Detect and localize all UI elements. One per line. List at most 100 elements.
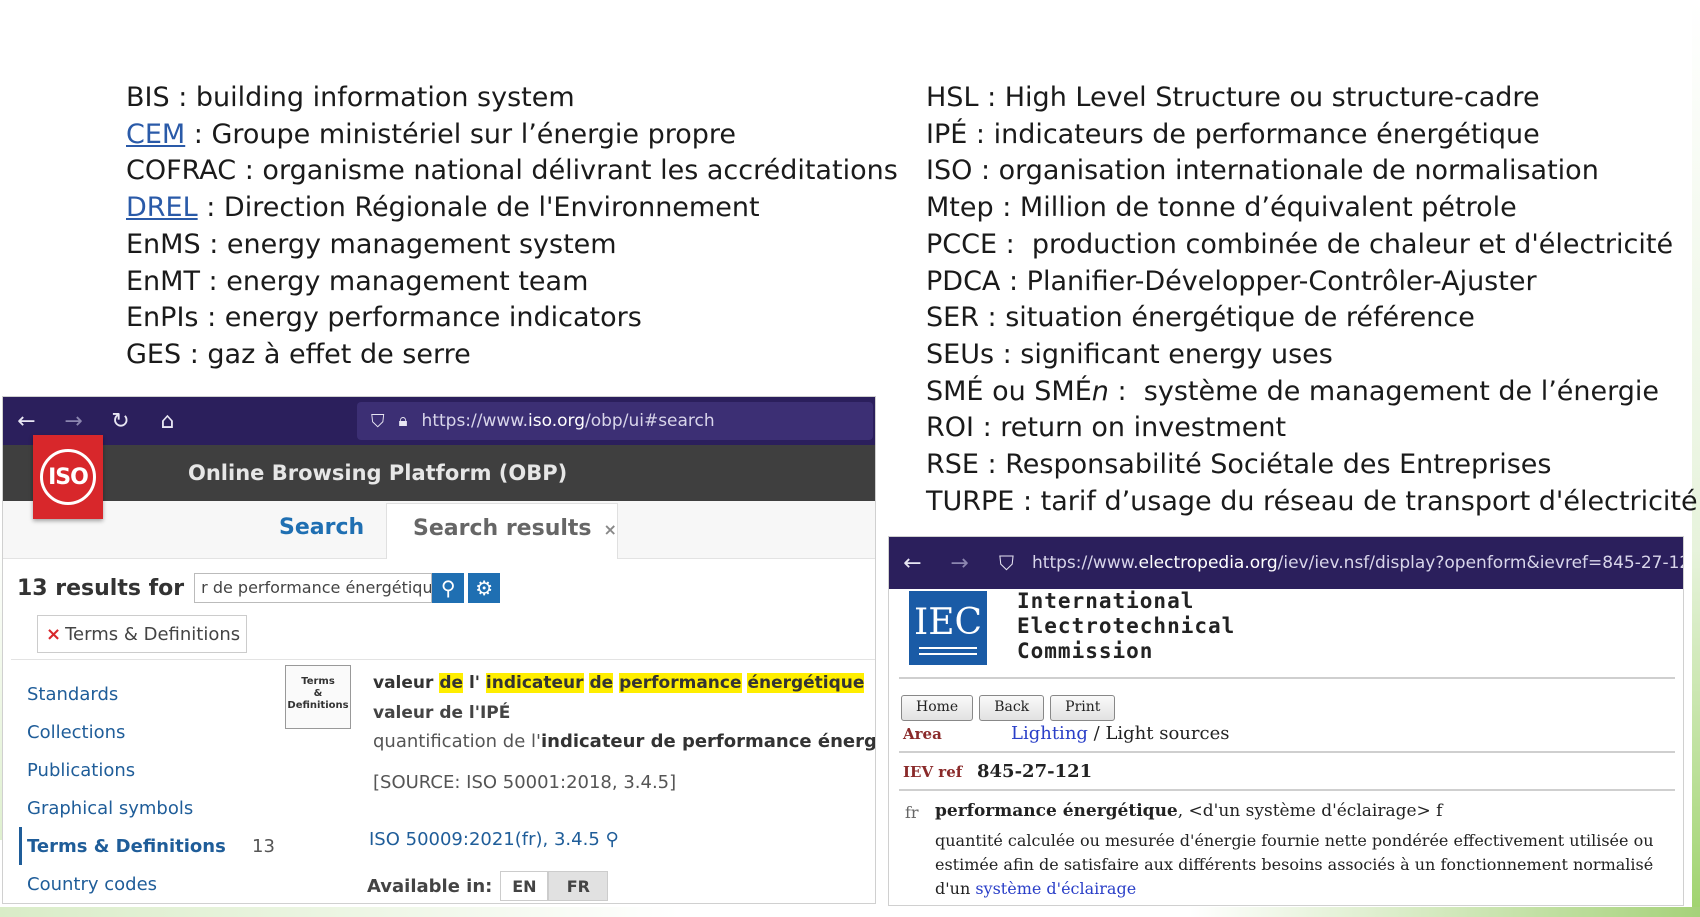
decorative-green-bottom [0, 907, 1700, 917]
print-button[interactable]: Print [1050, 695, 1116, 721]
terms-definitions-icon: Terms & Definitions [285, 665, 351, 729]
glossary-item: CEM : Groupe ministériel sur l’énergie p… [126, 117, 886, 154]
filter-chip[interactable]: × Terms & Definitions [37, 615, 247, 653]
glossary-abbr: Mtep [926, 192, 994, 224]
result-source: [SOURCE: ISO 50001:2018, 3.4.5] [373, 772, 677, 793]
remove-filter-icon[interactable]: × [46, 624, 61, 645]
sidebar-item-label: Country codes [27, 873, 158, 895]
sidebar-item-collections[interactable]: Collections [19, 713, 259, 751]
result-term[interactable]: valeur de l' indicateur de performance é… [373, 673, 875, 693]
tab-search-results[interactable]: Search results × [386, 503, 618, 559]
home-icon[interactable]: ⌂ [144, 409, 191, 434]
glossary-separator: : [199, 265, 227, 297]
term-text: valeur [373, 673, 440, 693]
glossary-definition: organisme national délivrant les accrédi… [262, 155, 898, 187]
search-button[interactable]: ⚲ [432, 573, 465, 603]
back-arrow-icon[interactable]: ← [889, 551, 936, 576]
sidebar-item-country-codes[interactable]: Country codes [19, 865, 259, 903]
lang-button-en[interactable]: EN [500, 871, 549, 901]
sidebar-item-graphical-symbols[interactable]: Graphical symbols [19, 789, 259, 827]
forward-arrow-icon[interactable]: → [50, 409, 97, 434]
glossary-abbr: SEUs [926, 338, 995, 370]
glossary-separator: : [185, 118, 212, 150]
glossary-item: COFRAC : organisme national délivrant le… [126, 153, 898, 190]
glossary-definition: production combinée de chaleur et d'élec… [1031, 228, 1674, 260]
glossary-separator: : [198, 302, 225, 334]
decorative-green-right [1692, 0, 1700, 917]
divider [899, 751, 1675, 753]
iev-ref-label: IEV ref [903, 763, 963, 781]
sidebar-item-count: 13 [252, 835, 275, 857]
sidebar-item-terms-definitions[interactable]: Terms & Definitions 13 [19, 827, 275, 865]
glossary-item: SER : situation énergétique de référence [926, 300, 1686, 337]
term-text: l' [463, 673, 486, 693]
divider [11, 659, 875, 660]
glossary-abbr-link[interactable]: DREL [126, 192, 198, 223]
glossary-separator: : [200, 228, 227, 260]
glossary-item: SMÉ ou SMÉn : système de management de l… [926, 374, 1686, 411]
highlighted-word: indicateur [485, 673, 584, 693]
glossary-item: GES : gaz à effet de serre [126, 337, 886, 374]
highlighted-word: de [439, 673, 464, 693]
glossary-definition: energy management team [226, 265, 589, 297]
glossary-definition: Million de tonne d’équivalent pétrole [1019, 192, 1517, 224]
glossary-separator: : [993, 192, 1020, 224]
glossary-definition: organisation internationale de normalisa… [998, 155, 1599, 187]
glossary-item: EnMS : energy management system [126, 227, 886, 264]
back-button[interactable]: Back [979, 695, 1045, 721]
url-text: https://www.iso.org/obp/ui#search [421, 411, 715, 431]
magnifier-icon[interactable]: ⚲ [606, 829, 619, 850]
glossary-item: BIS : building information system [126, 80, 886, 117]
sidebar-item-standards[interactable]: Standards [19, 675, 259, 713]
area-label: Area [903, 725, 942, 743]
close-tab-icon[interactable]: × [604, 520, 617, 539]
search-input[interactable]: r de performance énergétique [194, 573, 433, 603]
iso-logo[interactable]: ISO [33, 435, 103, 519]
address-bar[interactable]: ⛉ https://www.electropedia.org/iev/iev.n… [999, 537, 1684, 589]
sidebar-item-label: Collections [27, 721, 126, 743]
slide: BIS : building information system CEM : G… [0, 0, 1700, 917]
address-bar[interactable]: ⛉ 🔒︎ https://www.iso.org/obp/ui#search [357, 402, 873, 440]
glossary-definition: High Level Structure ou structure-cadre [1004, 82, 1540, 113]
glossary-abbr: EnPIs [126, 302, 199, 334]
glossary-abbr-link[interactable]: CEM [126, 119, 185, 150]
sidebar-item-label: Terms & Definitions [27, 835, 226, 857]
area-link[interactable]: Lighting [1011, 723, 1088, 744]
nav-buttons: Home Back Print [901, 695, 1121, 721]
settings-button[interactable]: ⚙ [468, 573, 501, 603]
glossary-separator: : [973, 412, 1001, 444]
forward-arrow-icon[interactable]: → [936, 551, 983, 576]
glossary-abbr: PDCA [926, 265, 1001, 297]
tab-search[interactable]: Search [279, 515, 364, 540]
language-code: fr [905, 803, 919, 822]
url-text: https://www.electropedia.org/iev/iev.nsf… [1032, 553, 1684, 573]
definition-link[interactable]: système d'éclairage [975, 879, 1136, 898]
reload-icon[interactable]: ↻ [97, 409, 144, 434]
iev-ref-value: 845-27-121 [977, 761, 1093, 782]
glossary-separator: : [1014, 485, 1041, 517]
glossary-abbr: EnMT [126, 265, 200, 297]
back-arrow-icon[interactable]: ← [3, 409, 50, 434]
browser-toolbar: ← → ↻ ⌂ ⛉ 🔒︎ https://www.iso.org/obp/ui#… [3, 397, 875, 445]
lang-button-fr[interactable]: FR [548, 871, 609, 901]
sidebar-item-publications[interactable]: Publications [19, 751, 259, 789]
glossary-definition: significant energy uses [1020, 338, 1333, 370]
glossary-abbr: GES [126, 338, 182, 370]
divider [899, 677, 1675, 679]
tab-bar: Search Search results × [3, 501, 875, 559]
glossary-separator: : [978, 449, 1006, 481]
glossary-item: HSL : High Level Structure ou structure-… [926, 80, 1686, 117]
home-button[interactable]: Home [901, 695, 974, 721]
glossary-item: SEUs : significant energy uses [926, 337, 1686, 374]
result-reference-link[interactable]: ISO 50009:2021(fr), 3.4.5 ⚲ [369, 829, 619, 850]
glossary-item: PCCE : production combinée de chaleur et… [926, 227, 1686, 264]
iec-logo[interactable]: IEC [909, 591, 987, 665]
result-definition: quantification de l'indicateur de perfor… [373, 731, 876, 752]
glossary-definition: Planifier-Développer-Contrôler-Ajuster [1026, 265, 1537, 297]
glossary-definition: système de management de l’énergie [1143, 375, 1659, 407]
glossary-definition: Groupe ministériel sur l’énergie propre [211, 118, 737, 150]
glossary-item: Mtep : Million de tonne d’équivalent pét… [926, 190, 1686, 227]
glossary-separator: : [197, 192, 224, 224]
organization-name: International Electrotechnical Commissio… [1017, 589, 1236, 663]
iev-term: performance énergétique, <d'un système d… [935, 801, 1443, 821]
